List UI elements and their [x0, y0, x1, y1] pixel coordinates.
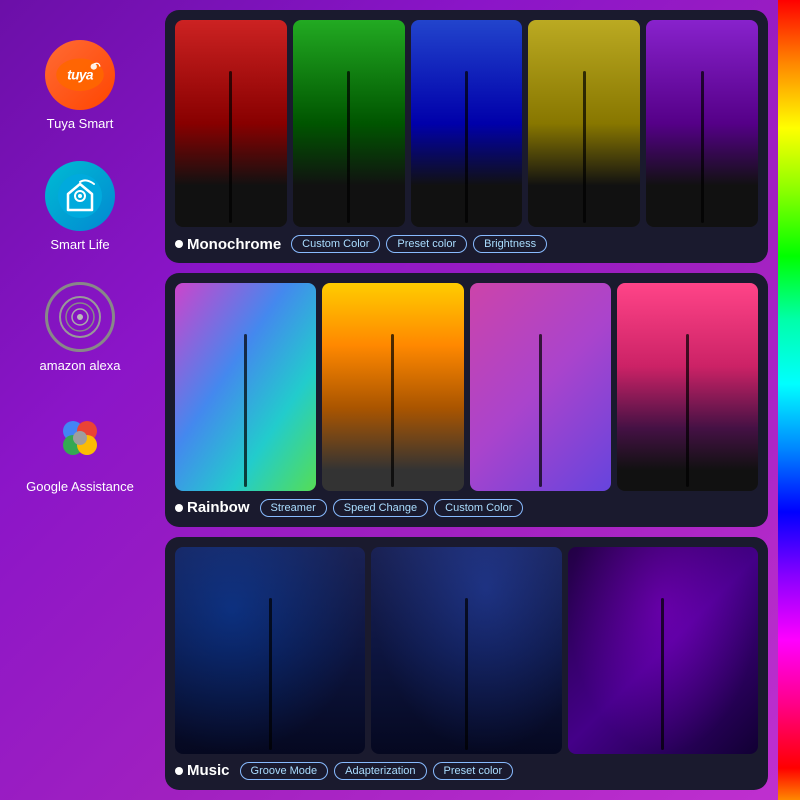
lamp-rainbow4 [617, 283, 758, 490]
sidebar: tuya Tuya Smart Smart Life [0, 0, 160, 800]
smartlife-icon [45, 161, 115, 231]
tag-groove-mode[interactable]: Groove Mode [240, 762, 329, 780]
rainbow-images [175, 283, 758, 490]
tag-adapterization[interactable]: Adapterization [334, 762, 426, 780]
music-section: Music Groove Mode Adapterization Preset … [165, 537, 768, 790]
sidebar-item-alexa[interactable]: amazon alexa [40, 282, 121, 373]
sidebar-item-tuya[interactable]: tuya Tuya Smart [45, 40, 115, 131]
monochrome-images [175, 20, 758, 227]
rainbow-footer: Rainbow Streamer Speed Change Custom Col… [175, 499, 758, 517]
tag-preset-color-mono[interactable]: Preset color [386, 235, 467, 253]
google-label: Google Assistance [26, 479, 134, 494]
rainbow-title: Rainbow [175, 499, 250, 516]
tag-custom-color-mono[interactable]: Custom Color [291, 235, 380, 253]
lamp-red [175, 20, 287, 227]
tag-brightness[interactable]: Brightness [473, 235, 547, 253]
color-strip [778, 0, 800, 800]
tuya-label: Tuya Smart [47, 116, 114, 131]
lamp-music1 [175, 547, 365, 754]
music-footer: Music Groove Mode Adapterization Preset … [175, 762, 758, 780]
google-icon [45, 403, 115, 473]
sidebar-item-google[interactable]: Google Assistance [26, 403, 134, 494]
svg-text:tuya: tuya [67, 68, 94, 83]
lamp-blue [411, 20, 523, 227]
music-images [175, 547, 758, 754]
lamp-green [293, 20, 405, 227]
monochrome-title: Monochrome [175, 236, 281, 253]
music-title: Music [175, 762, 230, 779]
smartlife-label: Smart Life [50, 237, 109, 252]
lamp-rainbow3 [470, 283, 611, 490]
tuya-icon: tuya [45, 40, 115, 110]
title-dot-rainbow [175, 504, 183, 512]
title-dot [175, 240, 183, 248]
lamp-music3 [568, 547, 758, 754]
tag-speed-change[interactable]: Speed Change [333, 499, 428, 517]
lamp-yellow [528, 20, 640, 227]
lamp-rainbow1 [175, 283, 316, 490]
title-dot-music [175, 767, 183, 775]
main-content: Monochrome Custom Color Preset color Bri… [160, 0, 778, 800]
alexa-icon [45, 282, 115, 352]
tag-streamer[interactable]: Streamer [260, 499, 327, 517]
lamp-purple [646, 20, 758, 227]
rainbow-section: Rainbow Streamer Speed Change Custom Col… [165, 273, 768, 526]
tag-preset-color-music[interactable]: Preset color [433, 762, 514, 780]
monochrome-footer: Monochrome Custom Color Preset color Bri… [175, 235, 758, 253]
lamp-music2 [371, 547, 561, 754]
alexa-label: amazon alexa [40, 358, 121, 373]
lamp-rainbow2 [322, 283, 463, 490]
tag-custom-color-rainbow[interactable]: Custom Color [434, 499, 523, 517]
monochrome-section: Monochrome Custom Color Preset color Bri… [165, 10, 768, 263]
sidebar-item-smartlife[interactable]: Smart Life [45, 161, 115, 252]
